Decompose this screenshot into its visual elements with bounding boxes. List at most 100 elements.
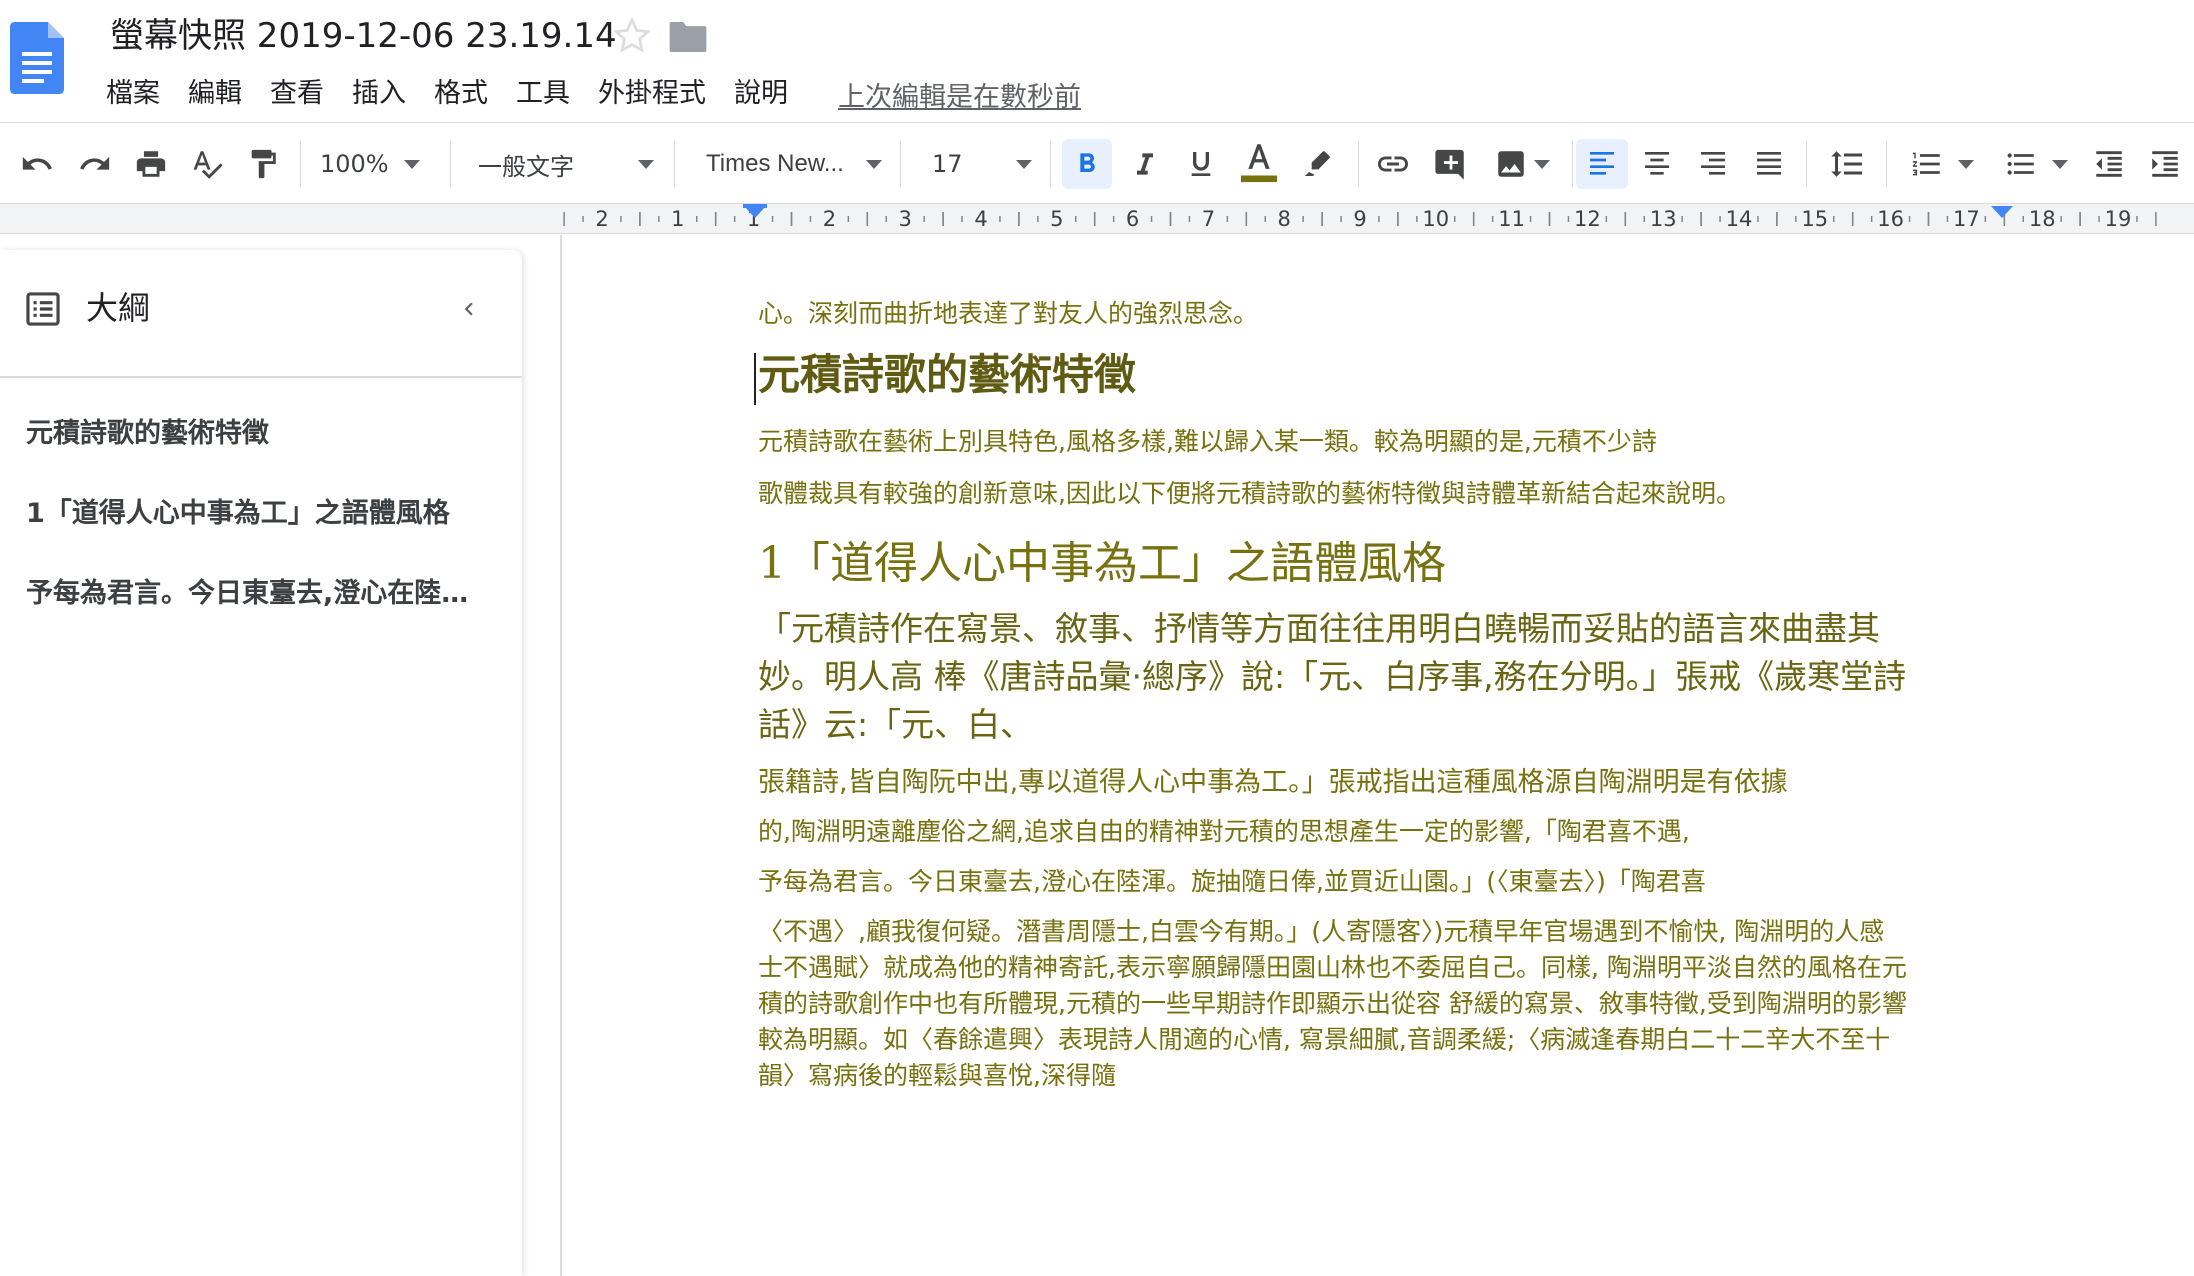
align-left-button[interactable]: [1576, 139, 1628, 189]
heading-1: 元積詩歌的藝術特徵: [758, 350, 1137, 399]
document-title[interactable]: 螢幕快照 2019-12-06 23.19.14: [110, 10, 617, 62]
chevron-down-icon: [404, 159, 420, 169]
menu-format[interactable]: 格式: [420, 72, 502, 116]
font-select[interactable]: Times New...: [706, 123, 886, 205]
toolbar-separator: [300, 141, 301, 187]
paragraph: 〈不遇〉,顧我復何疑。潛書周隱士,白雲今有期。」(人寄隱客〉)元積早年官場遇到不…: [758, 917, 1885, 946]
menu-help[interactable]: 說明: [720, 72, 802, 116]
paragraph: 心。深刻而曲折地表達了對友人的強烈思念。: [758, 299, 1259, 328]
menu-bar: 檔案 編輯 查看 插入 格式 工具 外掛程式 說明 上次編輯是在數秒前: [92, 72, 1081, 116]
image-icon[interactable]: [1484, 123, 1560, 205]
toolbar-separator: [674, 141, 675, 187]
heading-2: 1「道得人心中事為工」之語體風格: [758, 538, 1446, 589]
ruler-label: 3: [899, 207, 912, 231]
bold-icon: [1080, 153, 1095, 172]
chevron-down-icon: [1958, 159, 1974, 169]
outline-header: 大綱: [0, 250, 522, 378]
italic-icon[interactable]: [1120, 123, 1170, 205]
ruler-label: 16: [1877, 207, 1904, 231]
paragraph: 積的詩歌創作中也有所體現,元積的一些早期詩作即顯示出從容 舒緩的寫景、敘事特徵,…: [758, 989, 1907, 1018]
paragraph: 歌體裁具有較強的創新意味,因此以下便將元積詩歌的藝術特徵與詩體革新結合起來說明。: [758, 479, 1741, 508]
menu-addons[interactable]: 外掛程式: [584, 72, 720, 116]
undo-icon[interactable]: [14, 123, 60, 205]
outline-sidebar: 大綱 元積詩歌的藝術特徵 1「道得人心中事為工」之語體風格 予每為君言。今日東臺…: [0, 250, 522, 1276]
align-center-icon[interactable]: [1632, 123, 1682, 205]
underline-icon[interactable]: [1176, 123, 1226, 205]
document-page[interactable]: 心。深刻而曲折地表達了對友人的強烈思念。 元積詩歌的藝術特徵 元積詩歌在藝術上別…: [754, 235, 2008, 1276]
ruler-label: 17: [1953, 207, 1980, 231]
ruler-label: 7: [1202, 207, 1215, 231]
toolbar-separator: [1572, 141, 1573, 187]
docs-logo-icon[interactable]: [10, 22, 64, 94]
numbered-list-icon[interactable]: [1900, 123, 1984, 205]
redo-icon[interactable]: [72, 123, 118, 205]
decrease-indent-icon[interactable]: [2084, 123, 2134, 205]
ruler-label: 8: [1278, 207, 1291, 231]
paragraph: 「元積詩作在寫景、敘事、抒情等方面往往用明白曉暢而妥貼的語言來曲盡其: [758, 609, 1880, 648]
paragraph: 張籍詩,皆自陶阮中出,專以道得人心中事為工。」張戒指出這種風格源自陶淵明是有依據: [758, 767, 1788, 798]
folder-icon[interactable]: [668, 20, 708, 54]
chevron-down-icon: [1534, 159, 1550, 169]
toolbar-separator: [1806, 141, 1807, 187]
chevron-down-icon: [2052, 159, 2068, 169]
paragraph: 話》云:「元、白、: [758, 705, 1034, 744]
style-select[interactable]: 一般文字: [478, 123, 658, 205]
increase-indent-icon[interactable]: [2140, 123, 2190, 205]
spellcheck-icon[interactable]: [184, 123, 230, 205]
align-right-icon[interactable]: [1688, 123, 1738, 205]
paint-format-icon[interactable]: [240, 123, 286, 205]
line-spacing-icon[interactable]: [1820, 123, 1874, 205]
ruler-label: 11: [1498, 207, 1525, 231]
highlight-icon[interactable]: [1292, 123, 1342, 205]
justify-icon[interactable]: [1744, 123, 1794, 205]
outline-item[interactable]: 元積詩歌的藝術特徵: [26, 414, 269, 454]
link-icon[interactable]: [1368, 123, 1418, 205]
toolbar-separator: [450, 141, 451, 187]
outline-item[interactable]: 予每為君言。今日東臺去,澄心在陸…: [26, 574, 468, 614]
chevron-down-icon: [866, 159, 882, 169]
toolbar-separator: [1050, 141, 1051, 187]
menu-edit[interactable]: 編輯: [174, 72, 256, 116]
outline-item[interactable]: 1「道得人心中事為工」之語體風格: [26, 494, 450, 534]
star-icon[interactable]: [612, 16, 652, 56]
paragraph: 士不遇賦〉就成為他的精神寄託,表示寧願歸隱田園山林也不委屈自己。同樣, 陶淵明平…: [758, 953, 1907, 982]
ruler-label: 15: [1801, 207, 1828, 231]
menu-view[interactable]: 查看: [256, 72, 338, 116]
first-line-indent-marker-icon[interactable]: [743, 204, 767, 208]
bold-button[interactable]: [1062, 139, 1112, 189]
chevron-down-icon: [638, 159, 654, 169]
document-canvas: 心。深刻而曲折地表達了對友人的強烈思念。 元積詩歌的藝術特徵 元積詩歌在藝術上別…: [560, 235, 2194, 1276]
font-size-value: 17: [932, 150, 963, 178]
zoom-value: 100%: [320, 150, 389, 178]
font-size-select[interactable]: 17: [932, 123, 1036, 205]
chevron-left-icon[interactable]: [456, 296, 482, 322]
ruler-label: 19: [2105, 207, 2132, 231]
menu-file[interactable]: 檔案: [92, 72, 174, 116]
chevron-down-icon: [1016, 159, 1032, 169]
ruler-label: 12: [1574, 207, 1601, 231]
paragraph: 元積詩歌在藝術上別具特色,風格多樣,難以歸入某一類。較為明顯的是,元積不少詩: [758, 427, 1657, 456]
ruler[interactable]: 2 1 1 2 3 4 5 6 7 8 9 10 11 12 13 14 15 16 17 18 19: [0, 204, 2194, 234]
menu-tools[interactable]: 工具: [502, 72, 584, 116]
outline-list-icon: [24, 290, 62, 328]
ruler-label: 1: [671, 207, 684, 231]
zoom-select[interactable]: 100%: [320, 123, 440, 205]
paragraph: 較為明顯。如〈春餘遣興〉表現詩人閒適的心情, 寫景細膩,音調柔緩;〈病滅逢春期白…: [758, 1025, 1891, 1054]
ruler-label: 5: [1050, 207, 1063, 231]
ruler-label: 2: [595, 207, 608, 231]
bulleted-list-icon[interactable]: [1994, 123, 2078, 205]
paragraph: 韻〉寫病後的輕鬆與喜悅,深得隨: [758, 1061, 1116, 1090]
menu-insert[interactable]: 插入: [338, 72, 420, 116]
toolbar-separator: [900, 141, 901, 187]
ruler-label: 9: [1353, 207, 1366, 231]
right-indent-marker-icon[interactable]: [1991, 206, 2013, 218]
last-edit-link[interactable]: 上次編輯是在數秒前: [838, 75, 1081, 114]
comment-icon[interactable]: [1426, 123, 1476, 205]
ruler-label: 10: [1422, 207, 1449, 231]
text-color-icon[interactable]: [1232, 123, 1286, 205]
font-value: Times New...: [706, 150, 844, 177]
print-icon[interactable]: [128, 123, 174, 205]
toolbar-separator: [1358, 141, 1359, 187]
ruler-label: 13: [1650, 207, 1677, 231]
ruler-label: 14: [1726, 207, 1753, 231]
